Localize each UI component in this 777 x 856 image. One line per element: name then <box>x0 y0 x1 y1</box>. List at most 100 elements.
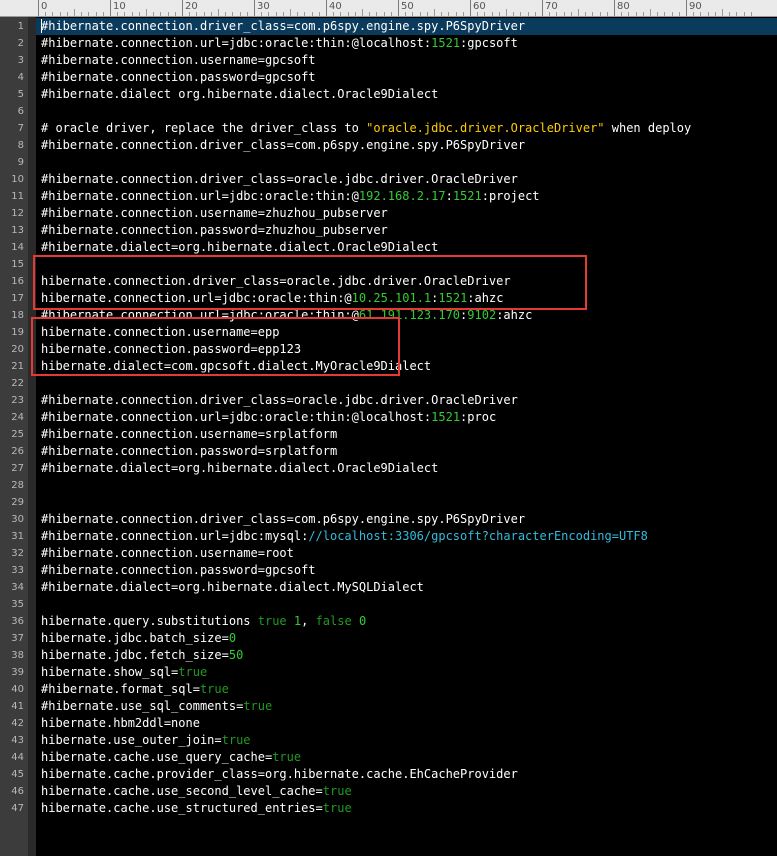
code-line[interactable]: hibernate.cache.provider_class=org.hiber… <box>36 766 777 783</box>
code-line[interactable]: #hibernate.connection.driver_class=com.p… <box>36 137 777 154</box>
code-line[interactable]: hibernate.connection.url=jdbc:oracle:thi… <box>36 290 777 307</box>
code-line[interactable]: #hibernate.connection.password=srplatfor… <box>36 443 777 460</box>
ruler-minor-tick <box>311 12 313 16</box>
code-token-text: #hibernate.connection.driver_class=com.p… <box>41 512 526 526</box>
code-line[interactable] <box>36 596 777 613</box>
code-line[interactable]: #hibernate.connection.password=zhuzhou_p… <box>36 222 777 239</box>
code-token-text: #hibernate.connection.driver_class=com.p… <box>41 138 526 152</box>
code-line[interactable]: hibernate.jdbc.fetch_size=50 <box>36 647 777 664</box>
code-line[interactable]: hibernate.show_sql=true <box>36 664 777 681</box>
line-number: 15 <box>11 259 24 270</box>
line-number: 19 <box>11 327 24 338</box>
code-line[interactable] <box>36 256 777 273</box>
code-line[interactable]: hibernate.hbm2ddl=none <box>36 715 777 732</box>
ruler-minor-tick <box>534 12 536 16</box>
ruler-minor-tick <box>714 12 716 16</box>
line-number: 34 <box>11 582 24 593</box>
ruler-minor-tick <box>606 12 608 16</box>
code-token-num: 9102 <box>467 308 497 322</box>
code-token-text: hibernate.dialect=com.gpcsoft.dialect.My… <box>41 359 432 373</box>
code-line[interactable]: #hibernate.connection.driver_class=com.p… <box>36 18 777 35</box>
ruler-minor-tick <box>707 12 709 16</box>
code-token-text: :ahzc <box>496 308 533 322</box>
code-line[interactable]: hibernate.cache.use_query_cache=true <box>36 749 777 766</box>
ruler-minor-tick <box>650 9 651 16</box>
code-line[interactable]: hibernate.query.substitutions true 1, fa… <box>36 613 777 630</box>
code-line[interactable]: #hibernate.connection.username=zhuzhou_p… <box>36 205 777 222</box>
line-number: 29 <box>11 497 24 508</box>
code-line[interactable]: #hibernate.connection.url=jdbc:oracle:th… <box>36 307 777 324</box>
ruler-minor-tick <box>131 12 133 16</box>
ruler-minor-tick <box>743 12 745 16</box>
code-line[interactable]: hibernate.connection.username=epp <box>36 324 777 341</box>
code-token-text: hibernate.jdbc.fetch_size= <box>41 648 229 662</box>
code-line[interactable]: hibernate.connection.password=epp123 <box>36 341 777 358</box>
code-line[interactable]: hibernate.dialect=com.gpcsoft.dialect.My… <box>36 358 777 375</box>
code-token-num: 0 <box>358 614 367 628</box>
code-line[interactable]: hibernate.connection.driver_class=oracle… <box>36 273 777 290</box>
ruler-major-tick <box>254 0 255 16</box>
code-token-text: hibernate.use_outer_join= <box>41 733 222 747</box>
code-line[interactable]: #hibernate.connection.password=gpcsoft <box>36 562 777 579</box>
code-token-num: 1521 <box>431 36 461 50</box>
code-token-text: #hibernate.connection.password=srplatfor… <box>41 444 338 458</box>
ruler-minor-tick <box>700 12 702 16</box>
code-line[interactable]: #hibernate.dialect org.hibernate.dialect… <box>36 86 777 103</box>
line-number: 40 <box>11 684 24 695</box>
code-line[interactable] <box>36 494 777 511</box>
ruler-minor-tick <box>232 12 234 16</box>
code-line[interactable]: #hibernate.dialect=org.hibernate.dialect… <box>36 579 777 596</box>
code-line[interactable]: #hibernate.connection.driver_class=oracl… <box>36 171 777 188</box>
line-number: 7 <box>17 123 24 134</box>
line-number: 24 <box>11 412 24 423</box>
code-line[interactable]: #hibernate.connection.username=gpcsoft <box>36 52 777 69</box>
code-line[interactable]: #hibernate.connection.password=gpcsoft <box>36 69 777 86</box>
line-number: 12 <box>11 208 24 219</box>
ruler-minor-tick <box>160 12 162 16</box>
ruler-major-tick <box>110 0 111 16</box>
code-token-text: #hibernate.connection.username=gpcsoft <box>41 53 316 67</box>
code-line[interactable]: #hibernate.connection.url=jdbc:oracle:th… <box>36 188 777 205</box>
ruler-minor-tick <box>491 12 493 16</box>
ruler-minor-tick <box>462 12 464 16</box>
code-line[interactable]: #hibernate.connection.url=jdbc:oracle:th… <box>36 35 777 52</box>
code-line[interactable]: hibernate.cache.use_structured_entries=t… <box>36 800 777 817</box>
code-line[interactable]: #hibernate.dialect=org.hibernate.dialect… <box>36 460 777 477</box>
code-line[interactable]: #hibernate.connection.url=jdbc:mysql://l… <box>36 528 777 545</box>
code-line[interactable]: #hibernate.connection.url=jdbc:oracle:th… <box>36 409 777 426</box>
code-line[interactable]: #hibernate.connection.driver_class=oracl… <box>36 392 777 409</box>
code-token-text: hibernate.hbm2ddl=none <box>41 716 200 730</box>
code-line[interactable]: #hibernate.connection.driver_class=com.p… <box>36 511 777 528</box>
code-line[interactable]: #hibernate.dialect=org.hibernate.dialect… <box>36 239 777 256</box>
code-line[interactable]: #hibernate.use_sql_comments=true <box>36 698 777 715</box>
code-line[interactable]: hibernate.jdbc.batch_size=0 <box>36 630 777 647</box>
code-token-num: 1521 <box>452 189 482 203</box>
code-token-text: #hibernate.connection.url=jdbc:oracle:th… <box>41 410 432 424</box>
line-number: 27 <box>11 463 24 474</box>
code-line[interactable]: hibernate.use_outer_join=true <box>36 732 777 749</box>
line-number: 28 <box>11 480 24 491</box>
line-number: 3 <box>17 55 24 66</box>
code-editor[interactable]: #hibernate.connection.driver_class=com.p… <box>36 17 777 856</box>
ruler-major-tick <box>38 0 39 16</box>
code-line[interactable]: #hibernate.connection.username=root <box>36 545 777 562</box>
code-line[interactable] <box>36 477 777 494</box>
ruler-minor-tick <box>441 12 443 16</box>
fold-margin[interactable] <box>28 17 36 856</box>
ruler-minor-tick <box>405 12 407 16</box>
line-number: 9 <box>17 157 24 168</box>
line-number: 32 <box>11 548 24 559</box>
code-line[interactable]: hibernate.cache.use_second_level_cache=t… <box>36 783 777 800</box>
ruler-minor-tick <box>333 12 335 16</box>
code-line[interactable] <box>36 103 777 120</box>
code-line[interactable] <box>36 154 777 171</box>
code-line[interactable] <box>36 375 777 392</box>
code-token-num: 10.25.101.1 <box>351 291 432 305</box>
line-number: 20 <box>11 344 24 355</box>
code-line[interactable]: #hibernate.connection.username=srplatfor… <box>36 426 777 443</box>
line-number: 33 <box>11 565 24 576</box>
code-line[interactable]: # oracle driver, replace the driver_clas… <box>36 120 777 137</box>
line-number-gutter[interactable]: 1 2 3 4 5 6 7 8 9 10 11 12 13 14 15 16 17 18 19 20 21 22 23 24 2… <box>0 17 28 856</box>
code-line[interactable]: #hibernate.format_sql=true <box>36 681 777 698</box>
ruler-minor-tick <box>383 12 385 16</box>
